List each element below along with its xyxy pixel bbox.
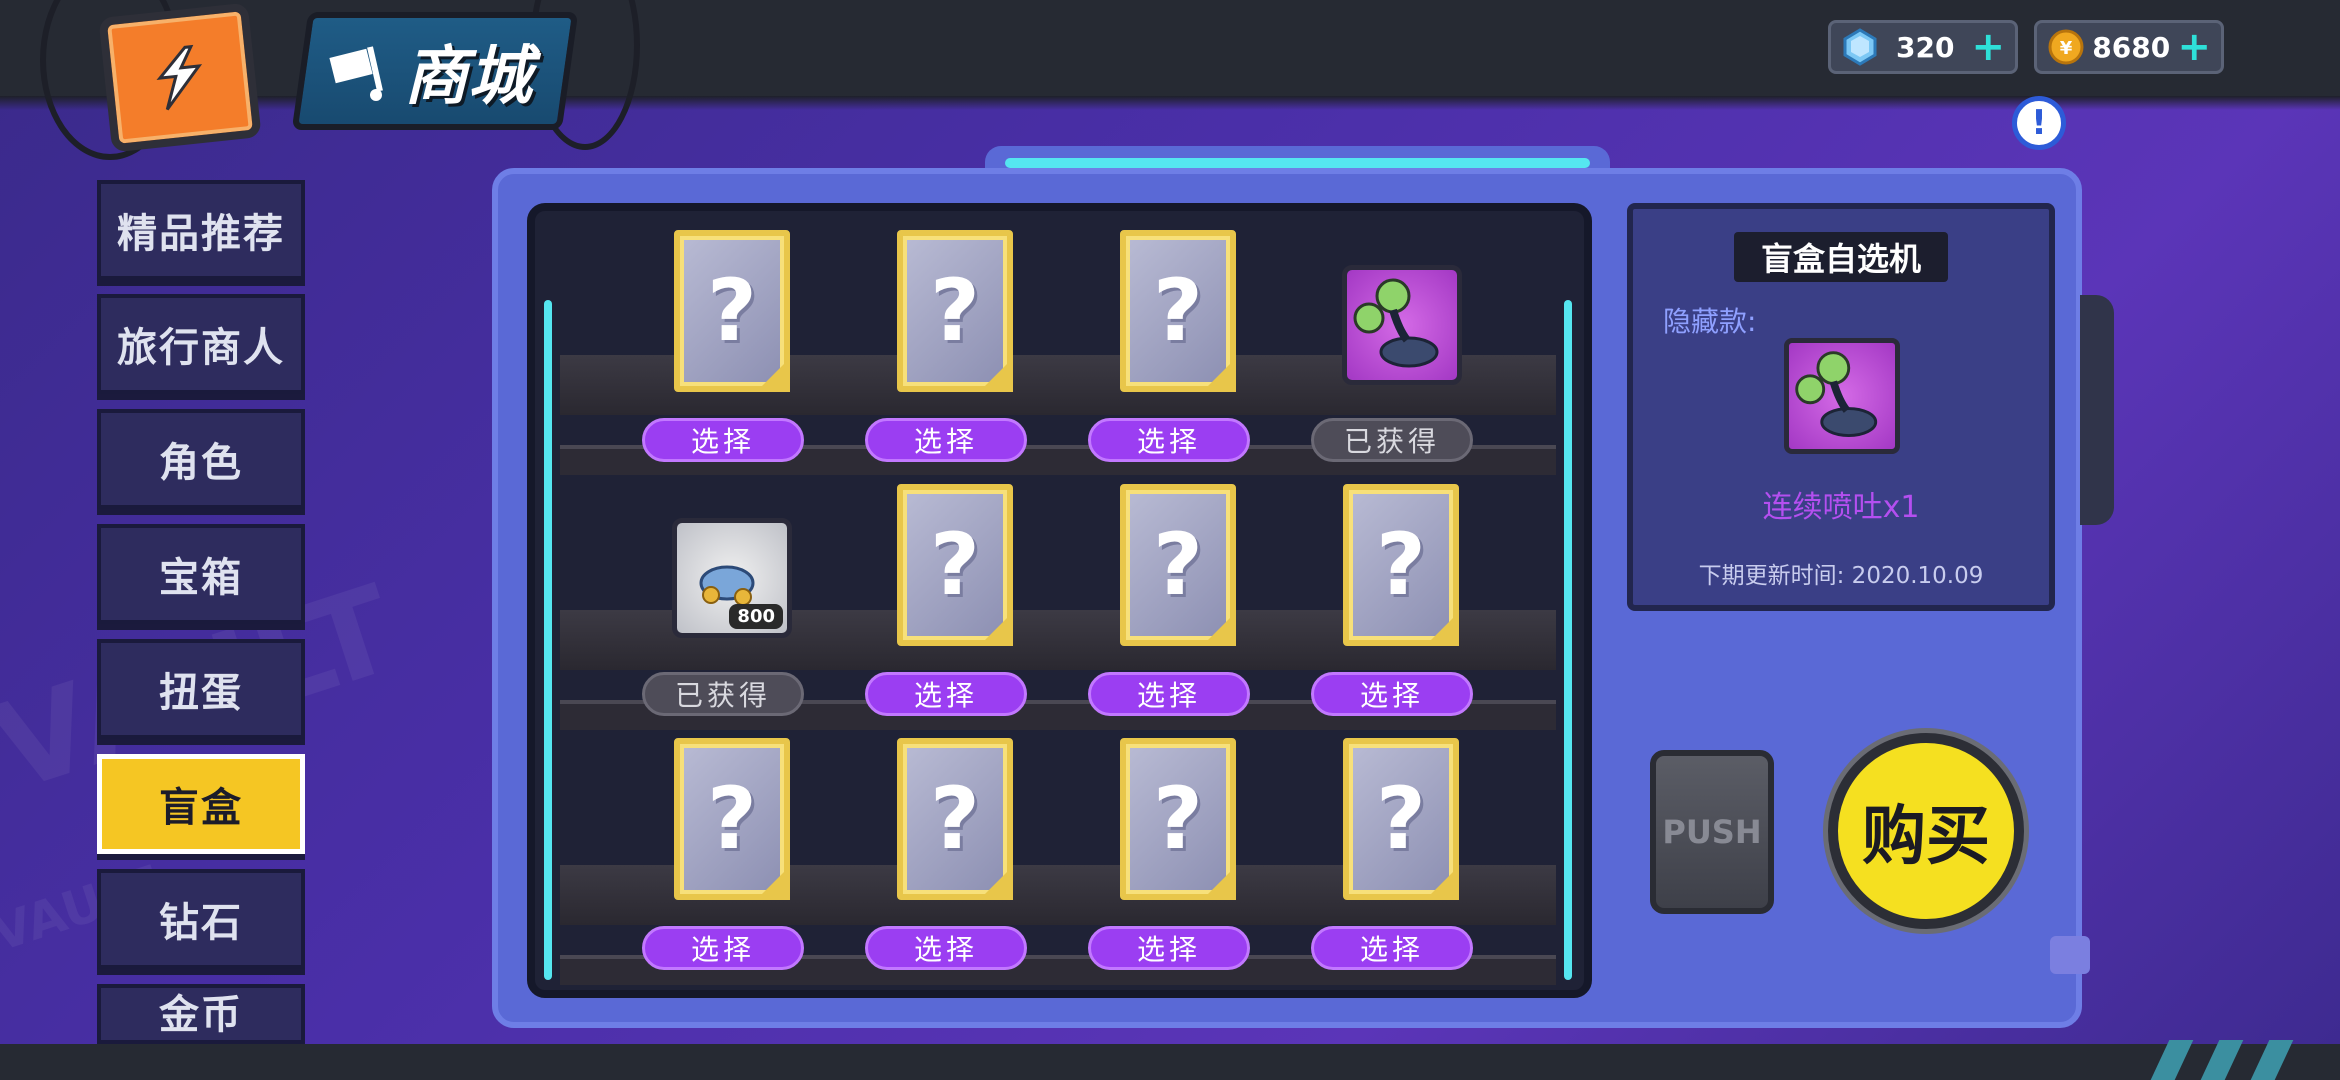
select-button[interactable]: 选择 xyxy=(642,418,804,462)
select-button[interactable]: 选择 xyxy=(642,926,804,970)
select-button[interactable]: 选择 xyxy=(1088,672,1250,716)
question-mark-icon: ? xyxy=(1153,769,1203,869)
owned-label: 已获得 xyxy=(642,672,804,716)
add-coins-button[interactable]: + xyxy=(2177,27,2211,67)
mystery-box[interactable]: ? xyxy=(1343,484,1459,646)
cabinet-connector xyxy=(2050,936,2090,974)
select-button[interactable]: 选择 xyxy=(1088,926,1250,970)
hidden-item-card[interactable] xyxy=(1784,338,1900,454)
page-title: 商城 xyxy=(404,40,532,114)
sidebar-item-featured[interactable]: 精品推荐 xyxy=(97,180,305,280)
neon-left xyxy=(544,300,552,980)
mystery-box[interactable]: ? xyxy=(674,738,790,900)
select-button[interactable]: 选择 xyxy=(865,672,1027,716)
back-arrow-icon xyxy=(156,44,203,110)
next-update-time: 下期更新时间: 2020.10.09 xyxy=(1698,563,1984,589)
mystery-box[interactable]: ? xyxy=(897,738,1013,900)
mystery-box[interactable]: ? xyxy=(897,230,1013,392)
info-icon[interactable]: ! xyxy=(2012,96,2066,150)
cabinet-side-knob xyxy=(2080,295,2114,525)
push-button[interactable]: PUSH xyxy=(1650,750,1774,914)
mystery-box[interactable]: ? xyxy=(1343,738,1459,900)
back-button[interactable] xyxy=(98,2,262,153)
select-button[interactable]: 选择 xyxy=(1311,926,1473,970)
sidebar-item-gacha[interactable]: 扭蛋 xyxy=(97,639,305,739)
add-gems-button[interactable]: + xyxy=(1971,27,2005,67)
neon-right xyxy=(1564,300,1572,980)
hidden-item-label: 隐藏款: xyxy=(1663,305,1757,338)
gem-currency: 320 + xyxy=(1828,20,2018,74)
select-button[interactable]: 选择 xyxy=(865,926,1027,970)
mystery-box[interactable]: ? xyxy=(897,484,1013,646)
panel-title: 盲盒自选机 xyxy=(1734,232,1948,282)
hidden-reward-name: 连续喷吐x1 xyxy=(1762,490,1920,525)
question-mark-icon: ? xyxy=(707,261,757,361)
question-mark-icon: ? xyxy=(1376,769,1426,869)
question-mark-icon: ? xyxy=(1153,261,1203,361)
owned-label: 已获得 xyxy=(1311,418,1473,462)
question-mark-icon: ? xyxy=(1153,515,1203,615)
gem-amount: 320 xyxy=(1896,30,1955,64)
question-mark-icon: ? xyxy=(930,515,980,615)
cart-icon xyxy=(329,46,383,101)
svg-text:¥: ¥ xyxy=(2060,38,2073,59)
select-button[interactable]: 选择 xyxy=(865,418,1027,462)
item-card[interactable]: 800 xyxy=(672,518,792,638)
coin-amount: 8680 xyxy=(2092,30,2171,64)
mystery-box[interactable]: ? xyxy=(674,230,790,392)
bottom-stripes-decoration xyxy=(2140,1040,2300,1080)
sidebar-item-diamonds[interactable]: 钻石 xyxy=(97,869,305,969)
sidebar-item-coins[interactable]: 金币 xyxy=(97,984,305,1044)
mystery-box[interactable]: ? xyxy=(1120,484,1236,646)
select-button[interactable]: 选择 xyxy=(1088,418,1250,462)
gem-icon xyxy=(1843,28,1877,66)
coin-currency: ¥ 8680 + xyxy=(2034,20,2224,74)
sidebar-item-characters[interactable]: 角色 xyxy=(97,409,305,509)
quantity-badge: 800 xyxy=(729,604,783,629)
question-mark-icon: ? xyxy=(930,769,980,869)
cabinet-neon-top xyxy=(1005,158,1590,168)
sidebar-item-chests[interactable]: 宝箱 xyxy=(97,524,305,624)
question-mark-icon: ? xyxy=(1376,515,1426,615)
question-mark-icon: ? xyxy=(930,261,980,361)
creature-icon xyxy=(1795,351,1878,437)
sidebar-item-blind-box[interactable]: 盲盒 xyxy=(97,754,305,854)
creature-icon xyxy=(1353,278,1439,368)
sidebar-item-traveling-merchant[interactable]: 旅行商人 xyxy=(97,294,305,394)
select-button[interactable]: 选择 xyxy=(1311,672,1473,716)
question-mark-icon: ? xyxy=(707,769,757,869)
character-card[interactable] xyxy=(1342,265,1462,385)
bottom-bar xyxy=(0,1044,2340,1080)
coin-icon: ¥ xyxy=(2048,29,2084,65)
page-title-plate: 商城 xyxy=(291,12,579,130)
mystery-box[interactable]: ? xyxy=(1120,230,1236,392)
mystery-box[interactable]: ? xyxy=(1120,738,1236,900)
buy-button[interactable]: 购买 xyxy=(1828,733,2024,929)
